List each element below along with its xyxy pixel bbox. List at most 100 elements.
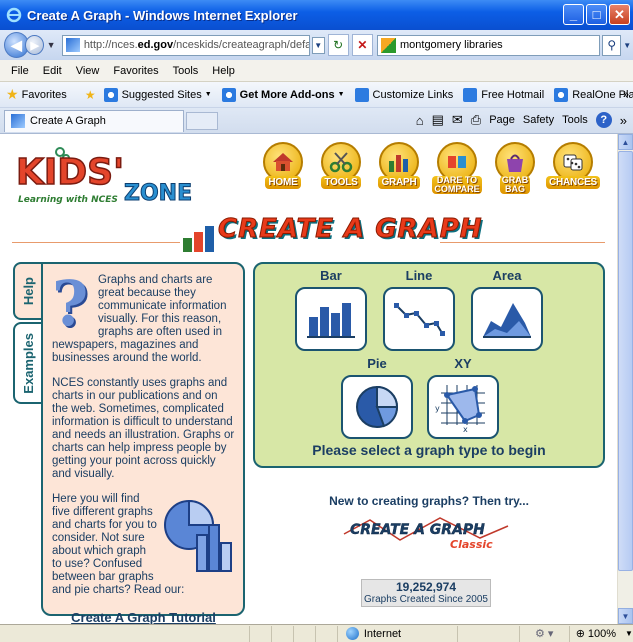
tutorial-link[interactable]: Create A Graph Tutorial: [52, 611, 235, 624]
nav-tools-label: TOOLS: [321, 176, 361, 189]
ie-icon: [221, 87, 236, 102]
page-menu[interactable]: Page: [489, 114, 515, 126]
svg-text:y: y: [435, 404, 440, 413]
ie-icon: [103, 87, 118, 102]
scroll-down-icon[interactable]: ▼: [618, 608, 633, 624]
status-text-area: [0, 625, 250, 642]
ie-icon: [554, 87, 569, 102]
menu-help[interactable]: Help: [205, 65, 242, 77]
fav-customize-links[interactable]: Customize Links: [354, 87, 453, 102]
status-bar: Internet ⚙ ▾ ⊕ 100% ▼: [0, 624, 633, 642]
close-button[interactable]: ✕: [609, 4, 630, 25]
graph-type-pie[interactable]: Pie: [341, 356, 413, 439]
graph-type-line[interactable]: Line: [383, 268, 455, 351]
graph-type-bar[interactable]: Bar: [295, 268, 367, 351]
more-chevron-icon[interactable]: »: [623, 89, 629, 101]
status-cell: [294, 625, 316, 642]
history-dropdown-icon[interactable]: ▼: [44, 40, 57, 50]
security-zone[interactable]: Internet: [338, 625, 458, 642]
tab-examples-label: Examples: [20, 332, 36, 394]
pie-chart-icon[interactable]: [341, 375, 413, 439]
status-cell: [316, 625, 338, 642]
favorites-bar: ★ Favorites ★ Suggested Sites ▼ Get More …: [0, 82, 633, 108]
line-graph-icon[interactable]: [383, 287, 455, 351]
scroll-thumb[interactable]: [618, 151, 633, 571]
feeds-icon[interactable]: ▤: [432, 112, 444, 128]
menu-view[interactable]: View: [69, 65, 107, 77]
nav-grab-bag-button[interactable]: GRAB BAG: [488, 142, 542, 194]
banner-rule-left: [12, 242, 180, 243]
create-a-graph-classic-link[interactable]: CREATE A GRAPH Classic: [340, 512, 512, 552]
fav-suggested-sites[interactable]: Suggested Sites ▼: [103, 87, 212, 102]
scroll-up-icon[interactable]: ▲: [618, 134, 633, 150]
logo-kids: KIDS': [16, 152, 124, 193]
search-input[interactable]: montgomery libraries: [376, 34, 601, 56]
search-options-icon[interactable]: ▼: [621, 41, 633, 50]
site-favicon-icon: [11, 114, 25, 128]
new-to-graphs-text: New to creating graphs? Then try...: [329, 494, 529, 508]
forward-arrow-icon: ▶: [30, 39, 39, 52]
back-arrow-icon: ◀: [11, 36, 22, 53]
tools-menu[interactable]: Tools: [562, 114, 588, 126]
minimize-button[interactable]: _: [563, 4, 584, 25]
stop-icon[interactable]: ✕: [351, 34, 373, 56]
new-tab-button[interactable]: [186, 111, 218, 130]
star-icon: ★: [6, 86, 19, 102]
home-icon[interactable]: ⌂: [416, 113, 424, 128]
addon-icon[interactable]: ⚙ ▾: [520, 625, 570, 642]
logo-zone: ZONE: [124, 181, 192, 206]
area-graph-icon[interactable]: [471, 287, 543, 351]
dropdown-icon: ▼: [204, 91, 212, 98]
nav-chances-button[interactable]: CHANCES: [545, 142, 601, 194]
menu-favorites[interactable]: Favorites: [106, 65, 165, 77]
tab-create-a-graph[interactable]: Create A Graph: [4, 109, 184, 132]
search-value: montgomery libraries: [399, 39, 503, 51]
menu-edit[interactable]: Edit: [36, 65, 69, 77]
add-favorite-icon[interactable]: ★: [85, 88, 96, 102]
kidszone-logo[interactable]: KIDS' ZONE Learning with NCES: [12, 146, 222, 206]
protected-mode-cell[interactable]: [458, 625, 520, 642]
counter-value: 19,252,974: [395, 580, 457, 594]
print-icon[interactable]: ⎙: [471, 112, 481, 128]
address-input[interactable]: http://nces. ed.gov/nceskids/createagraph…: [61, 34, 310, 56]
fav-get-more-addons[interactable]: Get More Add-ons ▼: [221, 87, 345, 102]
maximize-button[interactable]: □: [586, 4, 607, 25]
menu-tools[interactable]: Tools: [166, 65, 206, 77]
fav-label: Get More Add-ons: [239, 88, 335, 101]
graph-type-label: XY: [454, 356, 472, 371]
nav-dare-to-compare-button[interactable]: DARE TO COMPARE: [430, 142, 484, 194]
mail-icon[interactable]: ✉: [452, 112, 463, 128]
fav-free-hotmail[interactable]: Free Hotmail: [463, 87, 545, 102]
window-titlebar[interactable]: Create A Graph - Windows Internet Explor…: [0, 0, 633, 30]
vertical-scrollbar[interactable]: ▲ ▼: [617, 134, 633, 624]
favorites-button[interactable]: ★ Favorites: [6, 86, 67, 103]
help-icon[interactable]: ?: [595, 112, 612, 128]
nav-tools-button[interactable]: TOOLS: [314, 142, 368, 194]
xy-plot-icon[interactable]: yx: [427, 375, 499, 439]
command-bar: ⌂ ▤ ✉ ⎙ Page Safety Tools ? »: [416, 112, 627, 128]
pie-and-bars-icon: [161, 495, 235, 575]
more-chevron-icon[interactable]: »: [620, 113, 627, 128]
tab-examples[interactable]: Examples: [13, 322, 41, 404]
refresh-icon[interactable]: ↻: [327, 34, 349, 56]
fav-realone-player[interactable]: RealOne Player: [554, 87, 633, 102]
url-path: /nceskids/createagraph/defau: [173, 39, 310, 51]
bar-graph-icon[interactable]: [295, 287, 367, 351]
fav-label: Free Hotmail: [481, 88, 545, 101]
tab-help[interactable]: Help: [13, 262, 41, 320]
menu-file[interactable]: File: [4, 65, 36, 77]
msn-icon: [354, 87, 369, 102]
search-button[interactable]: ⚲: [602, 34, 622, 56]
forward-button[interactable]: ▶: [25, 35, 45, 55]
nav-home-button[interactable]: HOME: [256, 142, 310, 194]
zoom-control[interactable]: ⊕ 100% ▼: [570, 627, 633, 641]
tab-label: Create A Graph: [30, 115, 106, 127]
question-mark-icon: ?: [52, 267, 89, 340]
address-dropdown-icon[interactable]: ▼: [311, 36, 325, 54]
counter-label: Graphs Created Since 2005: [364, 594, 488, 605]
graph-type-area[interactable]: Area: [471, 268, 543, 351]
safety-menu[interactable]: Safety: [523, 114, 554, 126]
nav-graph-button[interactable]: GRAPH: [372, 142, 426, 194]
graph-type-xy[interactable]: XY yx: [427, 356, 499, 439]
nav-home-label: HOME: [265, 176, 301, 189]
